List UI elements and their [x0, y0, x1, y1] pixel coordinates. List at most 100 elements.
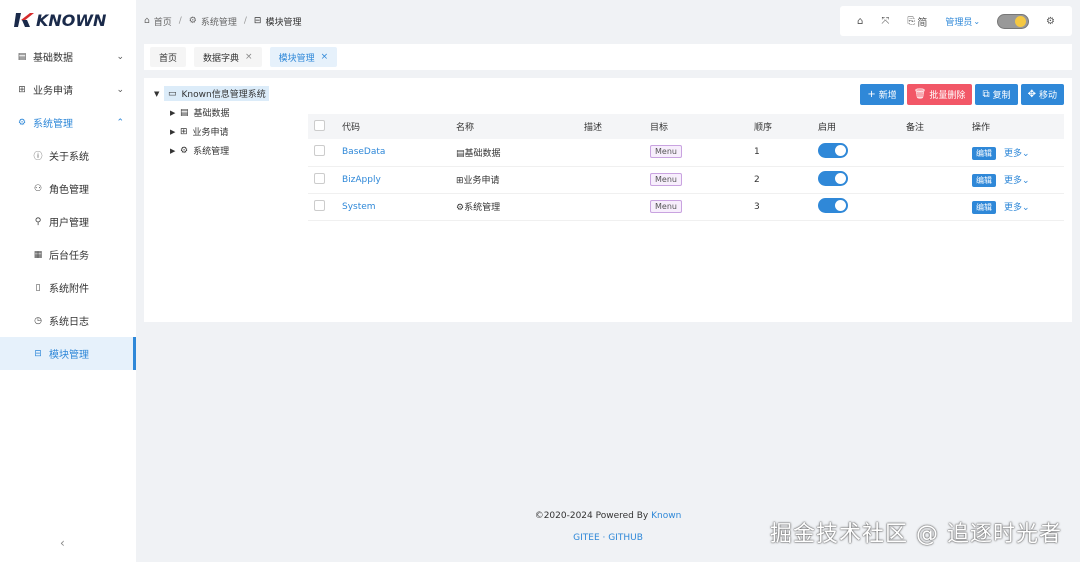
- collapse-sidebar-button[interactable]: ‹: [60, 536, 65, 550]
- enabled-switch[interactable]: [818, 143, 848, 159]
- home-icon: ⌂: [144, 16, 150, 26]
- column-header[interactable]: 启用: [812, 114, 900, 139]
- logo[interactable]: KNOWN: [0, 0, 136, 40]
- language-label: 简: [917, 17, 928, 29]
- module-table: 代码 名称 描述 目标 顺序 启用 备注 操作 BaseData ▤基础数据 M…: [308, 114, 1064, 221]
- caret-down-icon[interactable]: ▼: [154, 90, 164, 98]
- header: ⌂ 首页 / ⚙ 系统管理 / ⊟ 模块管理 ⌂ ⤧ ⎘ 简 管理员 ⌄ ⚙: [136, 0, 1080, 42]
- more-dropdown[interactable]: 更多⌄: [1004, 203, 1030, 213]
- target-tag: Menu: [650, 145, 682, 159]
- enabled-switch[interactable]: [818, 197, 848, 213]
- settings-button[interactable]: ⚙: [1046, 16, 1055, 27]
- column-header[interactable]: 备注: [900, 114, 966, 139]
- sidebar-item-tasks[interactable]: ▦ 后台任务: [0, 238, 136, 271]
- sidebar-item-label: 业务申请: [33, 86, 73, 97]
- sidebar-item-roles[interactable]: ⚇ 角色管理: [0, 172, 136, 205]
- row-checkbox[interactable]: [314, 172, 325, 184]
- tree-node[interactable]: ▶ ▤ 基础数据: [154, 103, 269, 122]
- caret-right-icon[interactable]: ▶: [170, 109, 180, 117]
- sidebar-item-attachments[interactable]: ▯ 系统附件: [0, 271, 136, 304]
- column-header[interactable]: 描述: [578, 114, 644, 139]
- sidebar-item-system[interactable]: ⚙ 系统管理 ⌃: [0, 106, 136, 139]
- module-icon: ⊟: [34, 348, 42, 359]
- name-cell: 基础数据: [464, 148, 501, 159]
- code-link[interactable]: BizApply: [342, 175, 381, 185]
- language-button[interactable]: ⎘ 简: [907, 14, 927, 29]
- tab-label: 首页: [159, 53, 178, 64]
- column-header[interactable]: 顺序: [748, 114, 812, 139]
- row-checkbox[interactable]: [314, 145, 325, 157]
- breadcrumb-label: 系统管理: [200, 17, 237, 28]
- select-all-cell: [308, 114, 336, 139]
- caret-right-icon[interactable]: ▶: [170, 147, 180, 155]
- grid-icon: ⊞: [456, 176, 464, 186]
- column-header[interactable]: 目标: [644, 114, 748, 139]
- tree-node-label: 业务申请: [192, 128, 229, 138]
- sidebar-item-base-data[interactable]: ▤ 基础数据 ⌄: [0, 40, 136, 73]
- more-dropdown[interactable]: 更多⌄: [1004, 149, 1030, 159]
- move-icon: ✥: [1027, 89, 1036, 100]
- desc-cell: [578, 166, 644, 194]
- caret-right-icon[interactable]: ▶: [170, 128, 180, 136]
- sidebar-item-logs[interactable]: ◷ 系统日志: [0, 304, 136, 337]
- breadcrumb-home[interactable]: ⌂ 首页: [144, 15, 172, 28]
- sidebar-item-label: 后台任务: [49, 251, 89, 262]
- known-link[interactable]: Known: [651, 511, 681, 521]
- chevron-down-icon: ⌄: [116, 52, 124, 62]
- enabled-switch[interactable]: [818, 170, 848, 186]
- tree-root[interactable]: ▼ ▭ Known信息管理系统: [154, 84, 269, 103]
- row-select-cell: [308, 193, 336, 221]
- tree-node[interactable]: ▶ ⚙ 系统管理: [154, 141, 269, 160]
- select-all-checkbox[interactable]: [314, 119, 325, 131]
- tab-home[interactable]: 首页: [150, 47, 187, 67]
- calendar-icon: ▦: [33, 249, 43, 260]
- sun-icon: [1015, 15, 1027, 27]
- batch-delete-button[interactable]: 🗑 批量删除: [906, 84, 973, 105]
- row-checkbox[interactable]: [314, 199, 325, 211]
- row-select-cell: [308, 139, 336, 167]
- code-link[interactable]: System: [342, 202, 376, 212]
- sidebar-item-label: 系统附件: [49, 284, 89, 295]
- sidebar-item-modules[interactable]: ⊟ 模块管理: [0, 337, 136, 370]
- target-tag: Menu: [650, 172, 682, 186]
- column-header[interactable]: 名称: [450, 114, 578, 139]
- tab-label: 模块管理: [278, 53, 315, 64]
- theme-toggle[interactable]: [997, 13, 1030, 29]
- clock-icon: ◷: [34, 315, 42, 326]
- gear-icon: ⚙: [456, 203, 465, 213]
- home-button[interactable]: ⌂: [857, 16, 863, 27]
- gear-icon: ⚙: [188, 16, 197, 26]
- watermark: 掘金技术社区 @ 追逐时光者: [770, 522, 1062, 547]
- tab-modules[interactable]: 模块管理 ×: [269, 47, 338, 67]
- sidebar-item-users[interactable]: ⚲ 用户管理: [0, 205, 136, 238]
- edit-button[interactable]: 编辑: [972, 201, 996, 214]
- edit-button[interactable]: 编辑: [972, 146, 996, 160]
- copy-button[interactable]: ⧉ 复制: [975, 84, 1018, 105]
- sidebar-item-biz-apply[interactable]: ⊞ 业务申请 ⌄: [0, 73, 136, 106]
- edit-button[interactable]: 编辑: [972, 174, 996, 187]
- grid-icon: ⊞: [180, 126, 188, 137]
- table-row[interactable]: System ⚙系统管理 Menu 3 编辑 更多⌄: [308, 193, 1064, 221]
- move-button[interactable]: ✥ 移动: [1020, 84, 1064, 105]
- sidebar-item-about[interactable]: ⓘ 关于系统: [0, 139, 136, 172]
- table-row[interactable]: BizApply ⊞业务申请 Menu 2 编辑 更多⌄: [308, 166, 1064, 194]
- fullscreen-button[interactable]: ⤧: [881, 16, 889, 27]
- user-menu[interactable]: 管理员 ⌄: [945, 15, 980, 28]
- tab-dictionary[interactable]: 数据字典 ×: [194, 47, 262, 67]
- name-cell: 系统管理: [464, 203, 501, 213]
- breadcrumb-system[interactable]: ⚙ 系统管理: [189, 15, 237, 28]
- chevron-up-icon: ⌃: [116, 118, 124, 128]
- tree-node[interactable]: ▶ ⊞ 业务申请: [154, 122, 269, 141]
- sidebar-item-label: 模块管理: [49, 350, 89, 361]
- column-header[interactable]: 代码: [336, 114, 450, 139]
- add-button[interactable]: + 新增: [860, 84, 904, 105]
- code-link[interactable]: BaseData: [342, 147, 385, 157]
- table-row[interactable]: BaseData ▤基础数据 Menu 1 编辑 更多⌄: [308, 139, 1064, 167]
- row-select-cell: [308, 166, 336, 194]
- more-dropdown[interactable]: 更多⌄: [1004, 176, 1030, 186]
- sidebar: KNOWN ▤ 基础数据 ⌄ ⊞ 业务申请 ⌄ ⚙ 系统管理 ⌃ ⓘ 关于系统 …: [0, 0, 136, 562]
- close-icon[interactable]: ×: [321, 52, 329, 62]
- order-cell: 1: [748, 139, 812, 167]
- close-icon[interactable]: ×: [245, 52, 253, 62]
- sidebar-item-label: 系统日志: [49, 317, 89, 328]
